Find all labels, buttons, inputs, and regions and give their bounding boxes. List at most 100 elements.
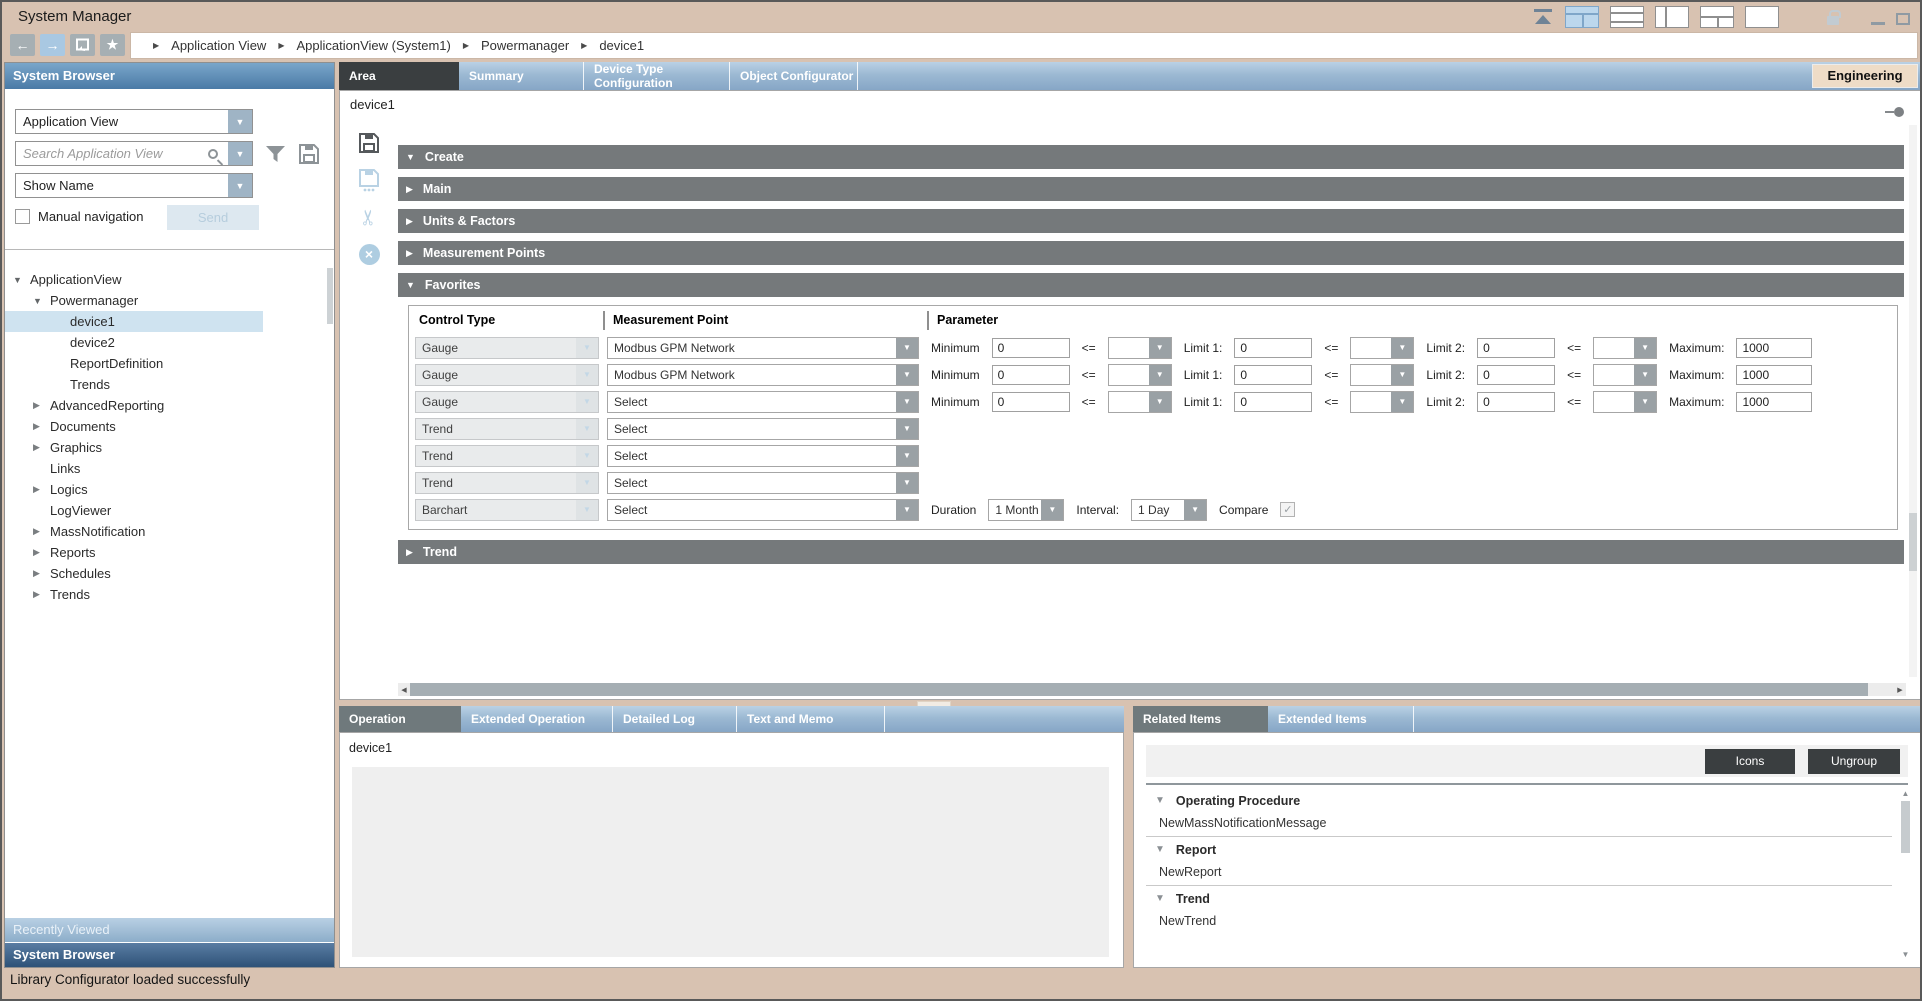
- tree-item-logics[interactable]: ▶Logics: [5, 479, 334, 500]
- measurement-point-dropdown[interactable]: Modbus GPM Network▼: [607, 337, 919, 359]
- view-dropdown[interactable]: Application View ▼: [15, 109, 253, 134]
- comparison-dropdown[interactable]: ▼: [1593, 364, 1657, 386]
- scroll-up-icon[interactable]: ▲: [1900, 789, 1911, 798]
- layout-grid-icon[interactable]: [1700, 6, 1734, 28]
- layout-single-icon[interactable]: [1745, 6, 1779, 28]
- layout-quad-icon[interactable]: [1565, 6, 1599, 28]
- related-group-trend[interactable]: ▼Trend: [1146, 887, 1892, 910]
- expander-collapsed-icon[interactable]: ▶: [33, 526, 50, 537]
- main-tab-object-configurator[interactable]: Object Configurator: [730, 62, 858, 90]
- expander-expanded-icon[interactable]: ▼: [1155, 795, 1165, 806]
- history-button[interactable]: [70, 34, 95, 56]
- dropdown-arrow-icon[interactable]: ▼: [228, 110, 252, 133]
- maximum-input[interactable]: [1736, 338, 1812, 358]
- manual-navigation-checkbox[interactable]: [15, 209, 30, 224]
- section-units-factors[interactable]: ▶Units & Factors: [398, 209, 1904, 233]
- measurement-point-dropdown[interactable]: Select▼: [607, 418, 919, 440]
- restore-icon[interactable]: [1896, 13, 1910, 25]
- save-button[interactable]: [358, 131, 380, 155]
- operation-tab-extended-operation[interactable]: Extended Operation: [461, 706, 613, 732]
- tree-item-advancedreporting[interactable]: ▶AdvancedReporting: [5, 395, 334, 416]
- delete-button[interactable]: ×: [359, 242, 380, 266]
- save-as-button[interactable]: [358, 168, 380, 192]
- favorites-star-button[interactable]: ★: [100, 34, 125, 56]
- ungroup-button[interactable]: Ungroup: [1808, 749, 1900, 774]
- minimize-icon[interactable]: [1871, 22, 1885, 25]
- tree-item-trends[interactable]: Trends: [5, 374, 334, 395]
- scrollbar-thumb[interactable]: [1909, 513, 1917, 571]
- pin-icon[interactable]: [1885, 107, 1904, 117]
- expander-collapsed-icon[interactable]: ▶: [33, 484, 50, 495]
- control-type-dropdown[interactable]: Trend▼: [415, 472, 599, 494]
- lock-icon[interactable]: [1827, 16, 1839, 25]
- expander-collapsed-icon[interactable]: ▶: [33, 442, 50, 453]
- scrollbar-thumb[interactable]: [1901, 801, 1910, 853]
- operation-tab-text-and-memo[interactable]: Text and Memo: [737, 706, 885, 732]
- duration-dropdown[interactable]: 1 Month▼: [988, 499, 1064, 521]
- limit1-input[interactable]: [1234, 365, 1312, 385]
- tree-item-schedules[interactable]: ▶Schedules: [5, 563, 334, 584]
- related-group-operating-procedure[interactable]: ▼Operating Procedure: [1146, 789, 1892, 812]
- operation-tab-operation[interactable]: Operation: [339, 706, 461, 732]
- expander-collapsed-icon[interactable]: ▶: [33, 589, 50, 600]
- section-main[interactable]: ▶Main: [398, 177, 1904, 201]
- vertical-scrollbar[interactable]: [1909, 125, 1917, 677]
- related-item-newtrend[interactable]: NewTrend: [1146, 910, 1892, 933]
- control-type-dropdown[interactable]: Gauge▼: [415, 391, 599, 413]
- minimum-input[interactable]: [992, 338, 1070, 358]
- breadcrumb-item-powermanager[interactable]: Powermanager: [481, 38, 569, 53]
- related-tab-extended-items[interactable]: Extended Items: [1268, 706, 1414, 732]
- related-item-newmassnotificationmessage[interactable]: NewMassNotificationMessage: [1146, 812, 1892, 835]
- control-type-dropdown[interactable]: Trend▼: [415, 418, 599, 440]
- tree-item-powermanager[interactable]: ▼Powermanager: [5, 290, 334, 311]
- minimum-input[interactable]: [992, 392, 1070, 412]
- icons-button[interactable]: Icons: [1705, 749, 1795, 774]
- forward-button[interactable]: →: [40, 34, 65, 56]
- save-search-button[interactable]: [298, 143, 320, 165]
- control-type-dropdown[interactable]: Trend▼: [415, 445, 599, 467]
- tree-item-reportdefinition[interactable]: ReportDefinition: [5, 353, 334, 374]
- interval-dropdown[interactable]: 1 Day▼: [1131, 499, 1207, 521]
- horizontal-scrollbar[interactable]: ◀ ▶: [398, 683, 1906, 696]
- tree-item-trends[interactable]: ▶Trends: [5, 584, 334, 605]
- expander-collapsed-icon[interactable]: ▶: [33, 421, 50, 432]
- comparison-dropdown[interactable]: ▼: [1593, 391, 1657, 413]
- breadcrumb-item-application-view[interactable]: Application View: [171, 38, 266, 53]
- comparison-dropdown[interactable]: ▼: [1108, 337, 1172, 359]
- maximum-input[interactable]: [1736, 365, 1812, 385]
- tree-item-device2[interactable]: device2: [5, 332, 334, 353]
- collapse-panels-icon[interactable]: [1532, 9, 1554, 25]
- main-tab-summary[interactable]: Summary: [459, 62, 584, 90]
- expander-expanded-icon[interactable]: ▼: [33, 296, 50, 306]
- comparison-dropdown[interactable]: ▼: [1350, 337, 1414, 359]
- section-favorites[interactable]: ▼Favorites: [398, 273, 1904, 297]
- dropdown-arrow-icon[interactable]: ▼: [228, 174, 252, 197]
- back-button[interactable]: ←: [10, 34, 35, 56]
- maximum-input[interactable]: [1736, 392, 1812, 412]
- expander-expanded-icon[interactable]: ▼: [13, 275, 30, 285]
- comparison-dropdown[interactable]: ▼: [1108, 391, 1172, 413]
- control-type-dropdown[interactable]: Barchart▼: [415, 499, 599, 521]
- measurement-point-dropdown[interactable]: Select▼: [607, 472, 919, 494]
- measurement-point-dropdown[interactable]: Select▼: [607, 499, 919, 521]
- send-button[interactable]: Send: [167, 205, 259, 230]
- search-input[interactable]: [16, 142, 208, 165]
- breadcrumb-item-applicationview-system1[interactable]: ApplicationView (System1): [296, 38, 450, 53]
- main-tab-area[interactable]: Area: [339, 62, 459, 90]
- section-create[interactable]: ▼Create: [398, 145, 1904, 169]
- scroll-right-icon[interactable]: ▶: [1894, 686, 1906, 694]
- measurement-point-dropdown[interactable]: Select▼: [607, 391, 919, 413]
- tree-item-documents[interactable]: ▶Documents: [5, 416, 334, 437]
- filter-button[interactable]: [265, 145, 286, 163]
- comparison-dropdown[interactable]: ▼: [1350, 364, 1414, 386]
- limit2-input[interactable]: [1477, 365, 1555, 385]
- expander-collapsed-icon[interactable]: ▶: [33, 568, 50, 579]
- search-dropdown-arrow-icon[interactable]: ▼: [228, 142, 252, 165]
- cut-button[interactable]: ✂: [360, 205, 378, 229]
- limit2-input[interactable]: [1477, 392, 1555, 412]
- breadcrumb-item-device1[interactable]: device1: [599, 38, 644, 53]
- comparison-dropdown[interactable]: ▼: [1593, 337, 1657, 359]
- tree-item-logviewer[interactable]: LogViewer: [5, 500, 334, 521]
- sidebar-scrollbar-thumb[interactable]: [327, 268, 333, 324]
- minimum-input[interactable]: [992, 365, 1070, 385]
